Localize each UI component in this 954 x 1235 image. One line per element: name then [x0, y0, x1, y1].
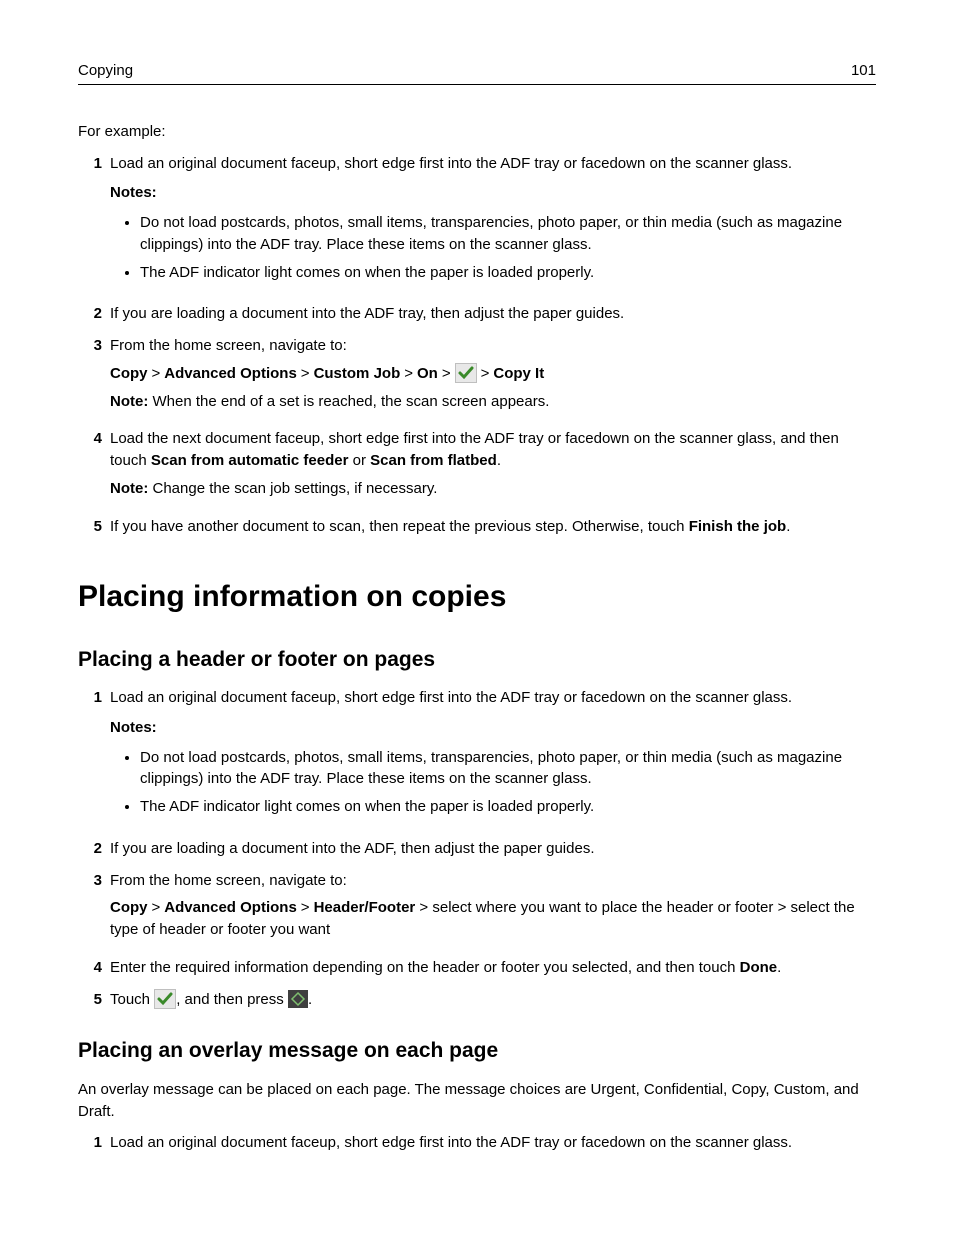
path-segment: On: [417, 365, 438, 382]
path-segment: Copy: [110, 899, 148, 916]
step-text: If you are loading a document into the A…: [110, 303, 876, 325]
notes-list: Do not load postcards, photos, small ite…: [110, 212, 876, 283]
step-2: 2 If you are loading a document into the…: [78, 838, 876, 860]
step-5: 5 Touch , and then press .: [78, 989, 876, 1011]
paragraph: An overlay message can be placed on each…: [78, 1079, 876, 1123]
page-header: Copying 101: [78, 60, 876, 85]
steps-list-3: 1 Load an original document faceup, shor…: [78, 1132, 876, 1154]
text-run: If you have another document to scan, th…: [110, 518, 689, 535]
path-separator: >: [297, 365, 314, 382]
path-segment: Copy: [110, 365, 148, 382]
text-run: or: [348, 452, 370, 469]
step-number: 1: [78, 1132, 110, 1154]
path-separator: >: [438, 365, 455, 382]
step-4: 4 Enter the required information dependi…: [78, 957, 876, 979]
intro-text: For example:: [78, 121, 876, 143]
subsection-heading: Placing an overlay message on each page: [78, 1036, 876, 1066]
step-text: If you have another document to scan, th…: [110, 516, 876, 538]
text-run: .: [497, 452, 501, 469]
step-text: From the home screen, navigate to:: [110, 335, 876, 357]
step-number: 5: [78, 989, 110, 1011]
step-number: 4: [78, 957, 110, 979]
inline-note: Note: When the end of a set is reached, …: [110, 391, 876, 413]
text-run: Touch: [110, 991, 154, 1008]
notes-list: Do not load postcards, photos, small ite…: [110, 747, 876, 818]
step-text: Touch , and then press .: [110, 989, 876, 1011]
navigation-path: Copy>Advanced Options>Header/Footer > se…: [110, 897, 876, 941]
step-2: 2 If you are loading a document into the…: [78, 303, 876, 325]
note-item: Do not load postcards, photos, small ite…: [140, 212, 876, 256]
notes-label: Notes:: [110, 182, 876, 204]
step-1: 1 Load an original document faceup, shor…: [78, 1132, 876, 1154]
navigation-path: Copy>Advanced Options>Custom Job>On>>Cop…: [110, 363, 876, 385]
note-item: The ADF indicator light comes on when th…: [140, 262, 876, 284]
step-4: 4 Load the next document faceup, short e…: [78, 428, 876, 505]
path-separator: >: [297, 899, 314, 916]
path-separator: >: [148, 365, 165, 382]
notes-label: Notes:: [110, 717, 876, 739]
inline-note: Note: Change the scan job settings, if n…: [110, 478, 876, 500]
step-3: 3 From the home screen, navigate to: Cop…: [78, 335, 876, 418]
step-text: Load an original document faceup, short …: [110, 687, 876, 709]
step-1: 1 Load an original document faceup, shor…: [78, 153, 876, 294]
path-separator: >: [400, 365, 417, 382]
bold-option: Scan from automatic feeder: [151, 452, 349, 469]
step-number: 2: [78, 303, 110, 325]
path-separator: >: [148, 899, 165, 916]
step-number: 5: [78, 516, 110, 538]
step-text: If you are loading a document into the A…: [110, 838, 876, 860]
step-number: 2: [78, 838, 110, 860]
step-5: 5 If you have another document to scan, …: [78, 516, 876, 538]
subsection-heading: Placing a header or footer on pages: [78, 645, 876, 675]
step-text: Load an original document faceup, short …: [110, 153, 876, 175]
step-number: 4: [78, 428, 110, 505]
step-text: Load an original document faceup, short …: [110, 1132, 876, 1154]
checkmark-icon: [455, 363, 477, 383]
header-page-number: 101: [851, 60, 876, 82]
path-segment: Custom Job: [314, 365, 401, 382]
section-heading: Placing information on copies: [78, 575, 876, 619]
step-number: 3: [78, 870, 110, 947]
text-run: .: [786, 518, 790, 535]
note-item: Do not load postcards, photos, small ite…: [140, 747, 876, 791]
note-label: Note:: [110, 393, 148, 410]
step-number: 3: [78, 335, 110, 418]
note-text: Change the scan job settings, if necessa…: [148, 480, 437, 497]
text-run: .: [777, 959, 781, 976]
step-1: 1 Load an original document faceup, shor…: [78, 687, 876, 828]
step-3: 3 From the home screen, navigate to: Cop…: [78, 870, 876, 947]
step-number: 1: [78, 687, 110, 828]
note-label: Note:: [110, 480, 148, 497]
path-segment: Advanced Options: [164, 899, 297, 916]
text-run: .: [308, 991, 312, 1008]
path-segment: Copy It: [493, 365, 544, 382]
note-text: When the end of a set is reached, the sc…: [148, 393, 549, 410]
bold-option: Finish the job: [689, 518, 787, 535]
header-section: Copying: [78, 60, 133, 82]
bold-option: Done: [740, 959, 778, 976]
steps-list-2: 1 Load an original document faceup, shor…: [78, 687, 876, 1010]
step-text: From the home screen, navigate to:: [110, 870, 876, 892]
checkmark-icon: [154, 989, 176, 1009]
text-run: Enter the required information depending…: [110, 959, 740, 976]
bold-option: Scan from flatbed: [370, 452, 497, 469]
path-separator: >: [477, 365, 494, 382]
start-diamond-icon: [288, 990, 308, 1008]
note-item: The ADF indicator light comes on when th…: [140, 796, 876, 818]
text-run: , and then press: [176, 991, 288, 1008]
steps-list-1: 1 Load an original document faceup, shor…: [78, 153, 876, 538]
step-text: Load the next document faceup, short edg…: [110, 428, 876, 472]
path-segment: Header/Footer: [314, 899, 416, 916]
step-text: Enter the required information depending…: [110, 957, 876, 979]
step-number: 1: [78, 153, 110, 294]
path-segment: Advanced Options: [164, 365, 297, 382]
